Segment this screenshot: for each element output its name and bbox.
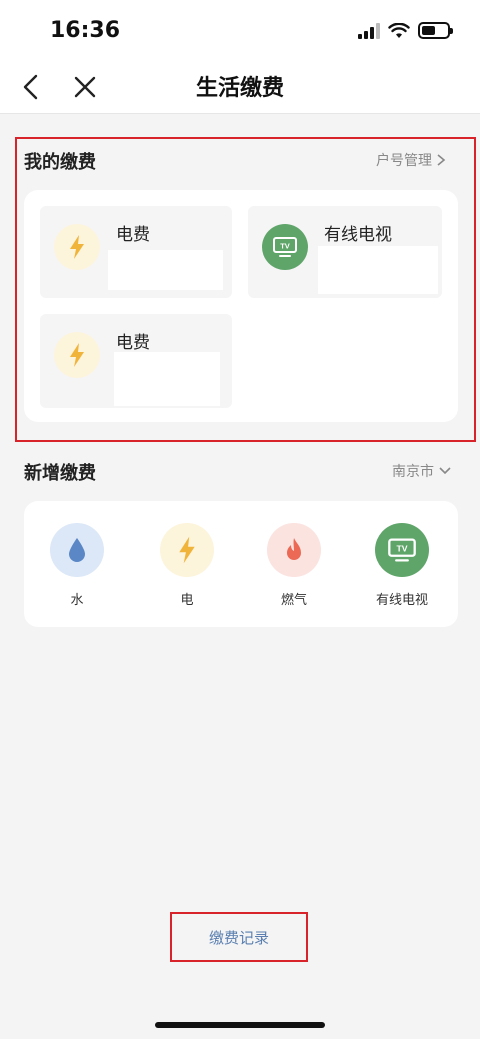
- new-bill-water[interactable]: 水: [17, 501, 137, 608]
- my-bills-card: 电费 TV 有线电视 电费: [24, 190, 458, 422]
- tv-icon: TV: [375, 523, 429, 577]
- status-bar: 16:36: [0, 0, 480, 62]
- bill-account-placeholder: [318, 246, 438, 294]
- bill-name: 电费: [116, 333, 150, 353]
- bill-tile-electricity[interactable]: 电费: [40, 206, 232, 298]
- signal-icon: [358, 22, 380, 39]
- wifi-icon: [388, 22, 410, 38]
- bill-name: 电费: [116, 225, 150, 245]
- flame-icon: [267, 523, 321, 577]
- bolt-icon: [54, 224, 100, 270]
- nav-bar: 生活缴费: [0, 62, 480, 114]
- svg-text:TV: TV: [280, 242, 290, 251]
- water-drop-icon: [50, 523, 104, 577]
- account-manage-link[interactable]: 户号管理: [376, 150, 446, 170]
- battery-icon: [418, 22, 453, 39]
- new-bill-label: 电: [180, 593, 194, 608]
- new-bills-card: 水 电 燃气 TV 有线电视: [24, 501, 458, 627]
- payment-records-label: 缴费记录: [208, 928, 269, 947]
- home-indicator: [155, 1022, 325, 1028]
- new-bill-electricity[interactable]: 电: [127, 501, 247, 608]
- new-bill-gas[interactable]: 燃气: [234, 501, 354, 608]
- my-bills-title: 我的缴费: [24, 152, 96, 173]
- status-icons: [358, 22, 453, 39]
- new-bill-cable-tv[interactable]: TV 有线电视: [342, 501, 462, 608]
- bill-tile-electricity[interactable]: 电费: [40, 314, 232, 408]
- status-time: 16:36: [50, 18, 121, 43]
- chevron-right-icon: [437, 154, 446, 166]
- payment-records-link[interactable]: 缴费记录: [170, 912, 308, 962]
- bill-account-placeholder: [114, 352, 220, 406]
- new-bills-title: 新增缴费: [24, 463, 96, 484]
- new-bill-label: 水: [70, 593, 84, 608]
- bolt-icon: [54, 332, 100, 378]
- bill-name: 有线电视: [324, 225, 392, 245]
- new-bill-label: 有线电视: [375, 593, 428, 608]
- account-manage-label: 户号管理: [376, 153, 432, 169]
- city-selector[interactable]: 南京市: [392, 461, 452, 481]
- chevron-down-icon: [439, 467, 451, 475]
- city-label: 南京市: [392, 464, 434, 480]
- page-title: 生活缴费: [195, 76, 284, 101]
- new-bill-label: 燃气: [280, 593, 307, 608]
- bill-account-placeholder: [108, 250, 223, 290]
- tv-icon: TV: [262, 224, 308, 270]
- bolt-icon: [160, 523, 214, 577]
- svg-text:TV: TV: [396, 544, 407, 554]
- bill-tile-cable-tv[interactable]: TV 有线电视: [248, 206, 442, 298]
